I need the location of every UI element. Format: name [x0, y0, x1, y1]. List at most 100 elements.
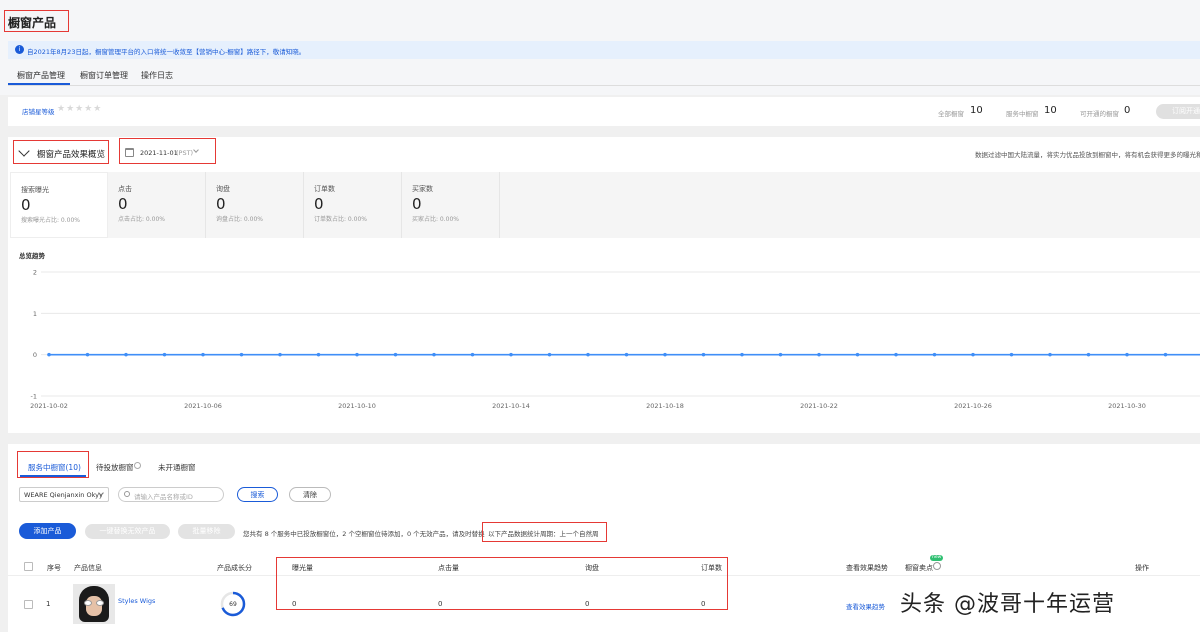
kpi-value: 0 — [412, 195, 422, 213]
count-openable-value: 0 — [1124, 105, 1131, 116]
tab-operation-log[interactable]: 操作日志 — [141, 70, 173, 81]
x-tick-label: 2021-10-18 — [646, 402, 684, 410]
data-point — [470, 352, 475, 357]
stat-cycle-highlight — [482, 522, 607, 542]
new-badge: new — [930, 555, 944, 561]
open-window-button[interactable]: 订阅开通 — [1156, 104, 1200, 119]
x-tick-label: 2021-10-26 — [954, 402, 992, 410]
kpi-label: 订单数 — [314, 185, 335, 193]
data-point — [855, 352, 860, 357]
data-point — [932, 352, 937, 357]
x-tick-label: 2021-10-10 — [338, 402, 376, 410]
data-point — [201, 352, 205, 357]
kpi-label: 买家数 — [412, 185, 433, 193]
subtab-pending[interactable]: 待投放橱窗 — [96, 462, 134, 473]
x-tick-label: 2021-10-06 — [184, 402, 222, 410]
kpi-clicks[interactable]: 点击 0 点击占比: 0.00% — [108, 172, 206, 238]
chart-title: 总览趋势 — [19, 252, 45, 260]
product-search-input[interactable]: 请输入产品名称或ID — [118, 487, 224, 502]
trend-chart: 2 1 0 -12021-10-02 2021-10-06 2021-10-10 2021-… — [30, 269, 1200, 410]
kpi-orders[interactable]: 订单数 0 订单数占比: 0.00% — [304, 172, 402, 238]
account-select[interactable]: WEARE Qienjanxin Okyy — [19, 487, 109, 502]
data-point — [316, 352, 321, 357]
data-point — [547, 352, 552, 357]
product-thumbnail[interactable] — [73, 584, 115, 624]
data-point — [393, 352, 398, 357]
sunglasses-icon — [84, 600, 104, 606]
select-all-checkbox[interactable] — [24, 562, 33, 571]
y-tick-label: -1 — [31, 393, 37, 401]
data-point — [239, 352, 244, 357]
count-all-label: 全部橱窗 — [938, 110, 964, 118]
data-point — [509, 352, 513, 357]
kpi-sub: 搜索曝光占比: 0.00% — [21, 217, 80, 224]
subtab-unopened[interactable]: 未开通橱窗 — [158, 462, 196, 473]
subtab-active-highlight — [17, 451, 89, 478]
data-point — [663, 352, 667, 357]
kpi-value: 0 — [21, 196, 31, 214]
count-active-value: 10 — [1044, 105, 1057, 116]
growth-score-value: 69 — [229, 601, 237, 608]
search-placeholder: 请输入产品名称或ID — [134, 493, 193, 501]
count-all-value: 10 — [970, 105, 983, 116]
kpi-sub: 询盘占比: 0.00% — [216, 216, 263, 223]
x-tick-label: 2021-10-02 — [30, 402, 68, 410]
selling-point-help-icon[interactable] — [933, 562, 941, 570]
data-point — [894, 352, 898, 357]
kpi-label: 搜索曝光 — [21, 186, 49, 194]
kpi-inquiries[interactable]: 询盘 0 询盘占比: 0.00% — [206, 172, 304, 238]
product-name-link[interactable]: Styles Wigs — [118, 597, 155, 605]
y-tick-label: 0 — [33, 351, 37, 359]
window-summary-text: 您共有 8 个服务中已投放橱窗位，2 个空橱窗位待添加，0 个无效产品，请及时替… — [243, 530, 485, 538]
help-icon[interactable] — [134, 462, 141, 469]
data-point — [124, 352, 128, 357]
data-point — [85, 352, 90, 357]
header-trend: 查看效果趋势 — [846, 564, 888, 572]
data-point — [817, 352, 821, 357]
kpi-sub: 点击占比: 0.00% — [118, 216, 165, 223]
data-point — [624, 352, 629, 357]
date-picker-highlight — [119, 138, 216, 164]
y-tick-label: 2 — [33, 269, 37, 277]
search-icon — [124, 491, 130, 497]
add-product-button[interactable]: 添加产品 — [19, 523, 76, 539]
kpi-value: 0 — [314, 195, 324, 213]
tab-product-management[interactable]: 橱窗产品管理 — [17, 70, 65, 81]
view-trend-link[interactable]: 查看效果趋势 — [846, 601, 885, 611]
y-tick-label: 1 — [33, 310, 37, 318]
data-point — [701, 352, 706, 357]
thumbnail-face — [86, 596, 102, 616]
row-checkbox[interactable] — [24, 600, 33, 609]
clear-button[interactable]: 清除 — [289, 487, 331, 502]
batch-remove-button[interactable]: 批量移除 — [178, 524, 235, 539]
data-point — [1009, 352, 1014, 357]
data-point — [432, 352, 436, 357]
data-point — [778, 352, 783, 357]
x-tick-label: 2021-10-22 — [800, 402, 838, 410]
data-point — [162, 352, 167, 357]
header-operation: 操作 — [1135, 564, 1149, 572]
overview-title-highlight — [13, 140, 109, 164]
data-point — [47, 352, 51, 357]
batch-replace-button[interactable]: 一键替换无效产品 — [85, 524, 170, 539]
x-tick-label: 2021-10-30 — [1108, 402, 1146, 410]
data-point — [1125, 352, 1129, 357]
shop-level-label[interactable]: 店铺星等级 — [22, 106, 55, 116]
notice-text: 自2021年8月23日起，橱窗管理平台的入口将统一收敛至【营销中心-橱窗】路径下… — [27, 48, 306, 56]
search-button[interactable]: 搜索 — [237, 487, 278, 502]
overview-note: 数据过滤中国大陆流量，将实力优品投放到橱窗中，将有机会获得更多的曝光和 — [975, 151, 1200, 159]
data-point — [971, 352, 975, 357]
shop-level-stars-icon: ★★★★★ — [57, 104, 103, 114]
kpi-sub: 买家占比: 0.00% — [412, 216, 459, 223]
kpi-buyers[interactable]: 买家数 0 买家占比: 0.00% — [402, 172, 500, 238]
header-growth: 产品成长分 — [217, 564, 252, 572]
kpi-label: 点击 — [118, 185, 132, 193]
header-selling-point: 橱窗卖点 — [905, 564, 933, 572]
kpi-exposure[interactable]: 搜索曝光 0 搜索曝光占比: 0.00% — [10, 172, 108, 238]
header-product: 产品信息 — [74, 564, 102, 572]
data-point — [586, 352, 590, 357]
data-point — [1086, 352, 1091, 357]
tab-order-management[interactable]: 橱窗订单管理 — [80, 70, 128, 81]
header-index: 序号 — [47, 564, 61, 572]
page-title-highlight — [4, 10, 69, 32]
